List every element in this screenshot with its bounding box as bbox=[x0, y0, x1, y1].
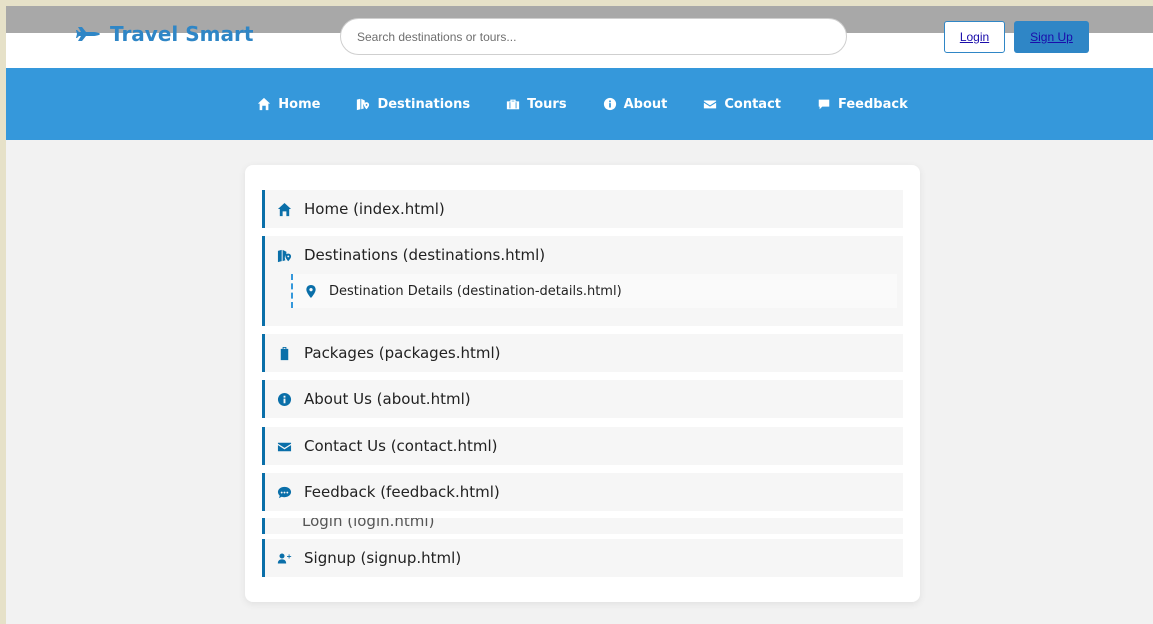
sitemap-card: Home (index.html) Destinations (destinat… bbox=[245, 165, 920, 602]
info-icon bbox=[603, 97, 616, 111]
search-box[interactable] bbox=[340, 18, 847, 55]
brand-logo[interactable]: Travel Smart bbox=[76, 22, 253, 46]
sitemap-item-home[interactable]: Home (index.html) bbox=[262, 190, 903, 228]
sitemap-item-about[interactable]: About Us (about.html) bbox=[262, 380, 903, 418]
location-pin-icon bbox=[306, 284, 316, 298]
sitemap-group-destinations: Destinations (destinations.html) Destina… bbox=[262, 236, 903, 326]
main-nav: Home Destinations Tours About Contact Fe… bbox=[6, 68, 1153, 140]
sitemap-item-contact[interactable]: Contact Us (contact.html) bbox=[262, 427, 903, 465]
sitemap-item-destination-details[interactable]: Destination Details (destination-details… bbox=[291, 274, 897, 308]
nav-item-tours[interactable]: Tours bbox=[500, 97, 567, 112]
sitemap-item-packages[interactable]: Packages (packages.html) bbox=[262, 334, 903, 372]
sitemap-item-destinations[interactable]: Destinations (destinations.html) bbox=[265, 236, 903, 274]
comment-icon bbox=[818, 99, 830, 110]
nav-item-about[interactable]: About bbox=[597, 97, 667, 112]
comment-icon bbox=[277, 486, 292, 498]
signup-button[interactable]: Sign Up bbox=[1014, 21, 1089, 53]
sitemap-item-login-clipped[interactable]: Login (login.html) bbox=[262, 518, 903, 534]
suitcase-icon bbox=[506, 99, 520, 110]
home-icon bbox=[277, 202, 292, 216]
info-icon bbox=[277, 392, 292, 406]
map-marker-icon bbox=[277, 249, 292, 262]
envelope-icon bbox=[277, 442, 292, 451]
login-button[interactable]: Login bbox=[944, 21, 1005, 53]
envelope-icon bbox=[704, 100, 717, 109]
sitemap-item-feedback[interactable]: Feedback (feedback.html) bbox=[262, 473, 903, 511]
user-plus-icon bbox=[277, 553, 292, 563]
plane-icon bbox=[76, 27, 100, 41]
nav-item-destinations[interactable]: Destinations bbox=[350, 97, 470, 112]
nav-item-feedback[interactable]: Feedback bbox=[811, 97, 908, 112]
brand-name: Travel Smart bbox=[110, 22, 254, 46]
nav-item-home[interactable]: Home bbox=[251, 97, 320, 112]
top-header: Travel Smart Login Sign Up bbox=[6, 6, 1153, 68]
sitemap-item-signup[interactable]: Signup (signup.html) bbox=[262, 539, 903, 577]
search-input[interactable] bbox=[357, 29, 830, 44]
page: Travel Smart Login Sign Up Home Destinat… bbox=[6, 6, 1153, 624]
home-icon bbox=[258, 97, 271, 111]
suitcase-icon bbox=[280, 346, 289, 360]
nav-item-contact[interactable]: Contact bbox=[697, 97, 781, 112]
map-marker-icon bbox=[357, 98, 370, 111]
